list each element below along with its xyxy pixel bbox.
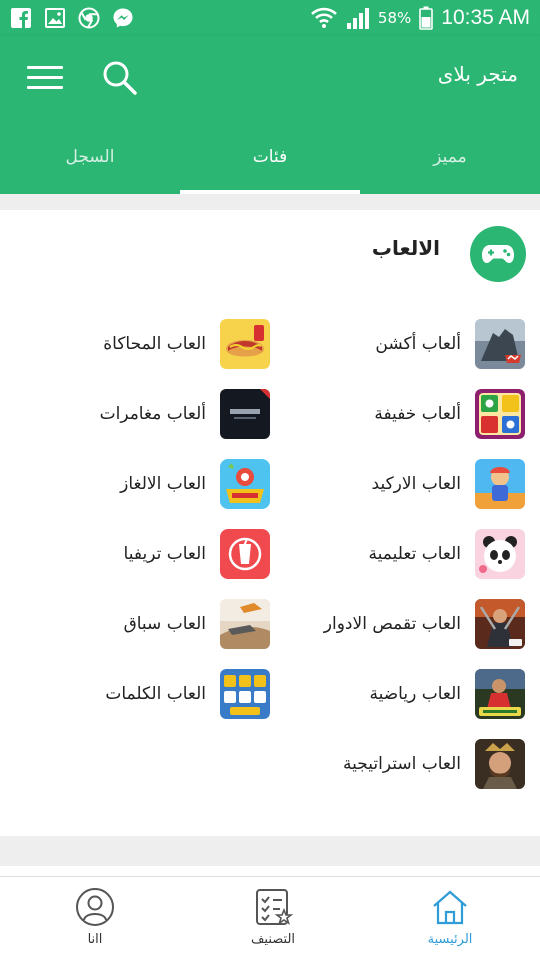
category-casual-games[interactable]: ألعاب خفيفة <box>374 388 525 440</box>
battery-icon <box>419 6 434 30</box>
nav-categories[interactable]: التصنيف <box>213 877 333 960</box>
category-action-games[interactable]: ألعاب أكشن <box>375 318 525 370</box>
ludo-thumbnail <box>475 389 525 439</box>
section-title: الالعاب <box>371 236 440 260</box>
category-label: العاب استراتيجية <box>343 754 461 774</box>
clock: 10:35 AM <box>441 6 530 29</box>
signal-icon <box>346 8 369 29</box>
search-icon[interactable] <box>96 56 142 100</box>
category-label: العاب تقمص الادوار <box>323 614 461 634</box>
nav-home[interactable]: الرئيسية <box>390 877 510 960</box>
checklist-icon <box>256 889 293 925</box>
tab-label: فئات <box>252 147 288 167</box>
nav-profile[interactable]: اانا <box>35 877 155 960</box>
notification-icons <box>10 7 134 29</box>
category-role-playing-games[interactable]: العاب تقمص الادوار <box>324 598 525 650</box>
section-separator <box>0 194 540 210</box>
gamepad-icon <box>470 226 526 282</box>
category-label: العاب تعليمية <box>368 544 461 564</box>
strategy-hero-thumbnail <box>475 739 525 789</box>
bottom-navigation: اانا التصنيف الرئيسية <box>0 876 540 960</box>
nav-label: الرئيسية <box>427 932 473 947</box>
section-separator <box>0 836 540 866</box>
category-label: ألعاب أكشن <box>375 334 461 354</box>
racing-game-thumbnail <box>220 599 270 649</box>
category-trivia-games[interactable]: العاب تريفيا <box>124 528 270 580</box>
word-tiles-thumbnail <box>220 669 270 719</box>
hotdog-cooking-thumbnail <box>220 319 270 369</box>
chrome-icon <box>78 7 100 29</box>
category-label: العاب الكلمات <box>105 684 206 704</box>
profile-icon <box>76 888 114 926</box>
pes-soccer-thumbnail <box>475 669 525 719</box>
system-indicators: 58% 10:35 AM <box>310 4 530 32</box>
category-label: العاب الاركيد <box>371 474 461 494</box>
category-label: العاب رياضية <box>369 684 462 704</box>
status-bar: 58% 10:35 AM <box>0 0 540 36</box>
category-adventure-games[interactable]: ألعاب مغامرات <box>100 388 270 440</box>
home-icon <box>433 890 467 925</box>
category-label: العاب المحاكاة <box>103 334 206 354</box>
category-strategy-games[interactable]: العاب استراتيجية <box>343 738 525 790</box>
category-label: العاب تريفيا <box>123 544 206 564</box>
category-label: العاب الالغاز <box>120 474 206 494</box>
app-bar: متجر بلاى السجل فئات مميز <box>0 36 540 194</box>
battery-percentage: 58% <box>377 9 412 27</box>
category-educational-games[interactable]: العاب تعليمية <box>369 528 525 580</box>
tab-categories[interactable]: فئات <box>180 132 360 194</box>
tab-label: مميز <box>433 147 467 167</box>
trivia-cup-thumbnail <box>220 529 270 579</box>
dark-adventure-thumbnail <box>220 389 270 439</box>
tab-bar: السجل فئات مميز <box>0 132 540 194</box>
nav-label: التصنيف <box>250 932 296 947</box>
tab-history[interactable]: السجل <box>0 132 180 194</box>
category-sports-games[interactable]: العاب رياضية <box>369 668 525 720</box>
category-label: ألعاب مغامرات <box>99 404 206 424</box>
app-title: متجر بلاى <box>437 62 518 86</box>
warrior-game-thumbnail <box>475 599 525 649</box>
category-simulation-games[interactable]: العاب المحاكاة <box>103 318 270 370</box>
tab-featured[interactable]: مميز <box>360 132 540 194</box>
tab-label: السجل <box>65 147 115 167</box>
subway-surfers-thumbnail <box>475 459 525 509</box>
category-label: العاب سباق <box>123 614 206 634</box>
free-fire-thumbnail <box>475 319 525 369</box>
category-arcade-games[interactable]: العاب الاركيد <box>372 458 525 510</box>
category-puzzle-games[interactable]: العاب الالغاز <box>120 458 270 510</box>
hamburger-menu-icon[interactable] <box>22 58 70 98</box>
messenger-icon <box>113 8 133 28</box>
nav-label: اانا <box>87 932 103 947</box>
category-racing-games[interactable]: العاب سباق <box>124 598 270 650</box>
baby-panda-thumbnail <box>475 529 525 579</box>
facebook-icon <box>11 8 31 28</box>
wifi-icon <box>311 7 337 28</box>
word-puzzle-thumbnail <box>220 459 270 509</box>
category-label: ألعاب خفيفة <box>374 404 461 424</box>
gallery-icon <box>45 8 65 28</box>
category-word-games[interactable]: العاب الكلمات <box>105 668 270 720</box>
games-category-card: الالعاب ألعاب أكشن ألعاب خفيفة العاب الا… <box>0 210 540 836</box>
